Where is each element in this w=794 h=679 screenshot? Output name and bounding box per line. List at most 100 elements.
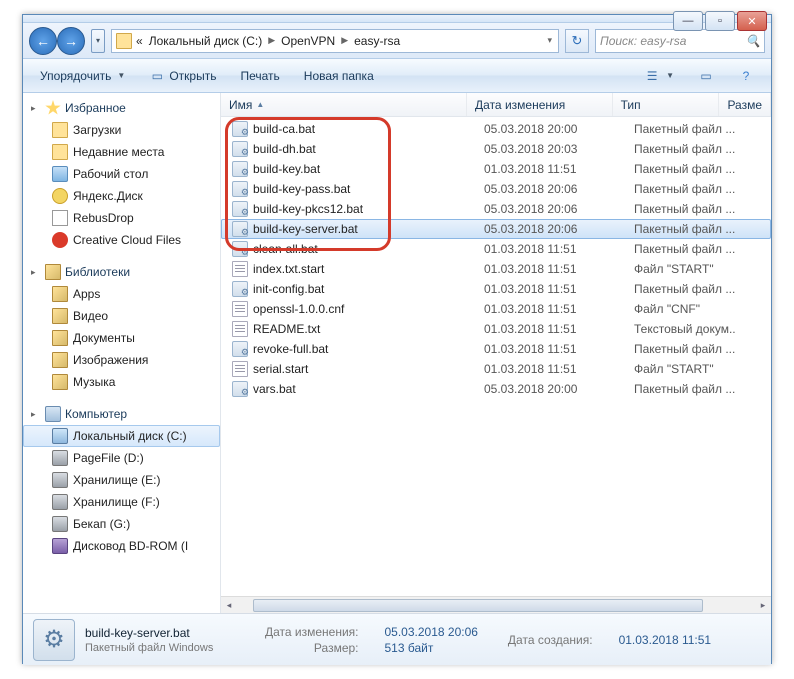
tree-item-drive-f[interactable]: Хранилище (F:) [23,491,220,513]
bat-file-icon [232,381,248,397]
drive-icon [52,428,68,444]
breadcrumb-seg[interactable]: Локальный диск (C:) [147,34,265,48]
file-row[interactable]: build-key.bat01.03.2018 11:51Пакетный фа… [221,159,771,179]
bat-file-icon [232,341,248,357]
file-pane: Имя▲ Дата изменения Тип Разме build-ca.b… [221,93,771,613]
tree-item-video[interactable]: Видео [23,305,220,327]
col-date[interactable]: Дата изменения [467,93,613,116]
minimize-button[interactable]: — [673,11,703,31]
help-button[interactable]: ? [729,63,763,89]
file-row[interactable]: build-ca.bat05.03.2018 20:00Пакетный фай… [221,119,771,139]
scroll-thumb[interactable] [253,599,703,612]
tree-favorites[interactable]: ▸Избранное [23,97,220,119]
file-row[interactable]: index.txt.start01.03.2018 11:51Файл "STA… [221,259,771,279]
breadcrumb-glyph: « [134,34,145,48]
view-icon: ☰ [644,68,660,84]
col-size[interactable]: Разме [719,93,771,116]
breadcrumb-seg[interactable]: OpenVPN [279,34,337,48]
file-row[interactable]: vars.bat05.03.2018 20:00Пакетный файл ..… [221,379,771,399]
file-date: 01.03.2018 11:51 [476,262,626,276]
tree-item-pics[interactable]: Изображения [23,349,220,371]
chevron-down-icon[interactable]: ▾ [545,35,554,46]
file-row[interactable]: openssl-1.0.0.cnf01.03.2018 11:51Файл "C… [221,299,771,319]
bat-file-icon [232,241,248,257]
file-icon: ⚙ [33,619,75,661]
tree-item-downloads[interactable]: Загрузки [23,119,220,141]
folder-icon [52,374,68,390]
history-dropdown[interactable]: ▾ [91,29,105,53]
tree-item-apps[interactable]: Apps [23,283,220,305]
file-name: clean-all.bat [253,242,318,256]
file-row[interactable]: build-key-pkcs12.bat05.03.2018 20:06Паке… [221,199,771,219]
tree-item-recent[interactable]: Недавние места [23,141,220,163]
file-type: Пакетный файл ... [626,182,736,196]
tree-item-music[interactable]: Музыка [23,371,220,393]
forward-button[interactable]: → [57,27,85,55]
scroll-right-icon[interactable]: ▸ [755,597,771,613]
bat-file-icon [232,121,248,137]
new-folder-button[interactable]: Новая папка [295,64,383,88]
horizontal-scrollbar[interactable]: ◂ ▸ [221,596,771,613]
bat-file-icon [232,201,248,217]
file-date: 01.03.2018 11:51 [476,242,626,256]
details-pane: ⚙ build-key-server.bat Пакетный файл Win… [23,613,771,665]
col-name[interactable]: Имя▲ [221,93,467,116]
file-name: build-key.bat [253,162,320,176]
tree-computer[interactable]: ▸Компьютер [23,403,220,425]
drive-icon [52,494,68,510]
file-row[interactable]: build-key-server.bat05.03.2018 20:06Паке… [221,219,771,239]
search-input[interactable]: Поиск: easy-rsa 🔍 [595,29,765,53]
file-date: 01.03.2018 11:51 [476,362,626,376]
chevron-right-icon: ▶ [339,35,350,46]
tree-item-rebus[interactable]: RebusDrop [23,207,220,229]
sort-asc-icon: ▲ [256,100,264,109]
file-date: 05.03.2018 20:06 [476,202,626,216]
tree-item-drive-bd[interactable]: Дисковод BD-ROM (I [23,535,220,557]
file-row[interactable]: build-dh.bat05.03.2018 20:03Пакетный фай… [221,139,771,159]
file-row[interactable]: clean-all.bat01.03.2018 11:51Пакетный фа… [221,239,771,259]
file-date: 05.03.2018 20:06 [476,182,626,196]
txt-file-icon [232,361,248,377]
preview-button[interactable]: ▭ [689,63,723,89]
tree-item-drive-d[interactable]: PageFile (D:) [23,447,220,469]
breadcrumb-seg[interactable]: easy-rsa [352,34,402,48]
tree-item-desktop[interactable]: Рабочий стол [23,163,220,185]
file-row[interactable]: revoke-full.bat01.03.2018 11:51Пакетный … [221,339,771,359]
col-type[interactable]: Тип [613,93,720,116]
tree-item-drive-g[interactable]: Бекап (G:) [23,513,220,535]
file-name: README.txt [253,322,320,336]
scroll-left-icon[interactable]: ◂ [221,597,237,613]
back-button[interactable]: ← [29,27,57,55]
open-icon: ▭ [149,68,165,84]
file-row[interactable]: serial.start01.03.2018 11:51Файл "START" [221,359,771,379]
breadcrumb[interactable]: « Локальный диск (C:) ▶ OpenVPN ▶ easy-r… [111,29,559,53]
tree-item-yadisk[interactable]: Яндекс.Диск [23,185,220,207]
file-type: Пакетный файл ... [626,342,736,356]
close-button[interactable]: ✕ [737,11,767,31]
tree-item-drive-c[interactable]: Локальный диск (C:) [23,425,220,447]
open-button[interactable]: ▭Открыть [140,63,225,89]
file-date: 01.03.2018 11:51 [476,282,626,296]
bat-file-icon [232,161,248,177]
tree-item-docs[interactable]: Документы [23,327,220,349]
view-button[interactable]: ☰▼ [635,63,683,89]
txt-file-icon [232,321,248,337]
file-row[interactable]: build-key-pass.bat05.03.2018 20:06Пакетн… [221,179,771,199]
file-type: Текстовый докум... [626,322,736,336]
refresh-button[interactable]: ↻ [565,29,589,53]
nav-tree: ▸Избранное Загрузки Недавние места Рабоч… [23,93,221,613]
file-name: build-key-server.bat [253,222,358,236]
maximize-button[interactable]: ▫ [705,11,735,31]
print-button[interactable]: Печать [231,64,288,88]
file-row[interactable]: init-config.bat01.03.2018 11:51Пакетный … [221,279,771,299]
organize-button[interactable]: Упорядочить▼ [31,64,134,88]
file-row[interactable]: README.txt01.03.2018 11:51Текстовый доку… [221,319,771,339]
details-created-label: Дата создания: [508,633,593,647]
libraries-icon [45,264,61,280]
bdrom-icon [52,538,68,554]
details-size-value: 513 байт [385,641,478,655]
tree-item-cc[interactable]: Creative Cloud Files [23,229,220,251]
tree-item-drive-e[interactable]: Хранилище (E:) [23,469,220,491]
tree-libraries[interactable]: ▸Библиотеки [23,261,220,283]
file-name: init-config.bat [253,282,324,296]
